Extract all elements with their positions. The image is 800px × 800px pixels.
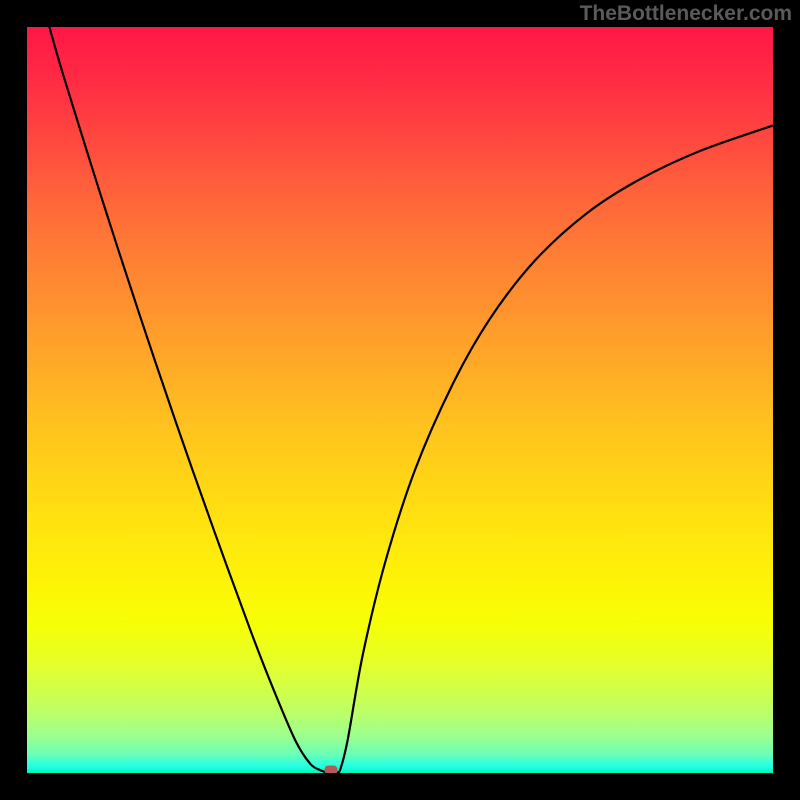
plot-area xyxy=(27,27,773,773)
bottleneck-curve xyxy=(27,27,773,773)
optimal-point-marker xyxy=(325,766,338,774)
chart-frame: TheBottlenecker.com xyxy=(0,0,800,800)
attribution-text: TheBottlenecker.com xyxy=(580,2,792,26)
